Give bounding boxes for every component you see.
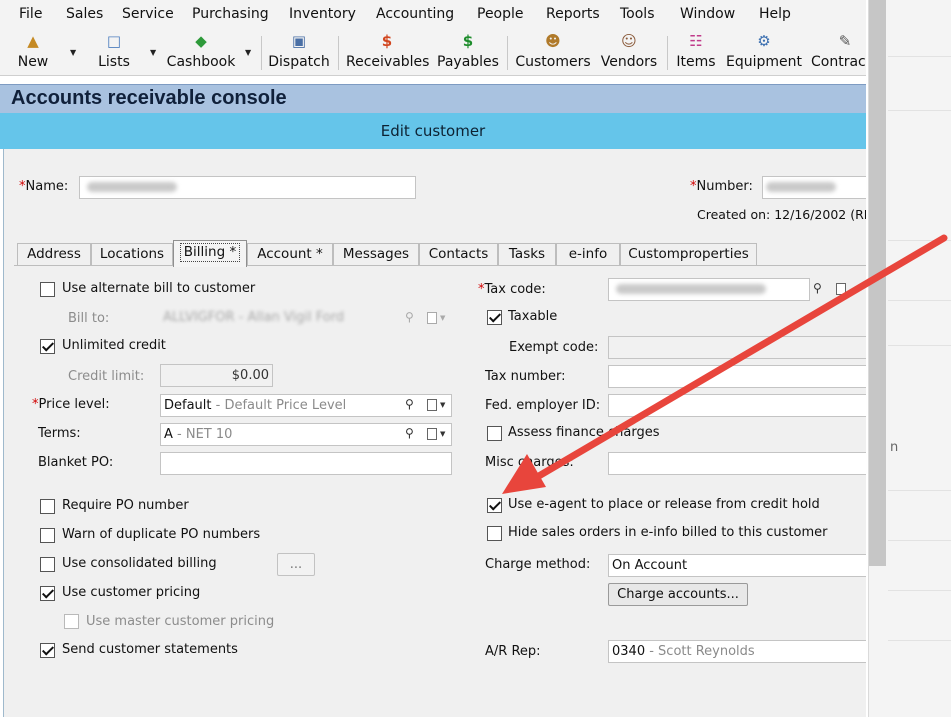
- annotation-arrow: [502, 234, 948, 494]
- arrow-shaft: [528, 234, 948, 484]
- tab-billing[interactable]: Billing *: [173, 240, 247, 267]
